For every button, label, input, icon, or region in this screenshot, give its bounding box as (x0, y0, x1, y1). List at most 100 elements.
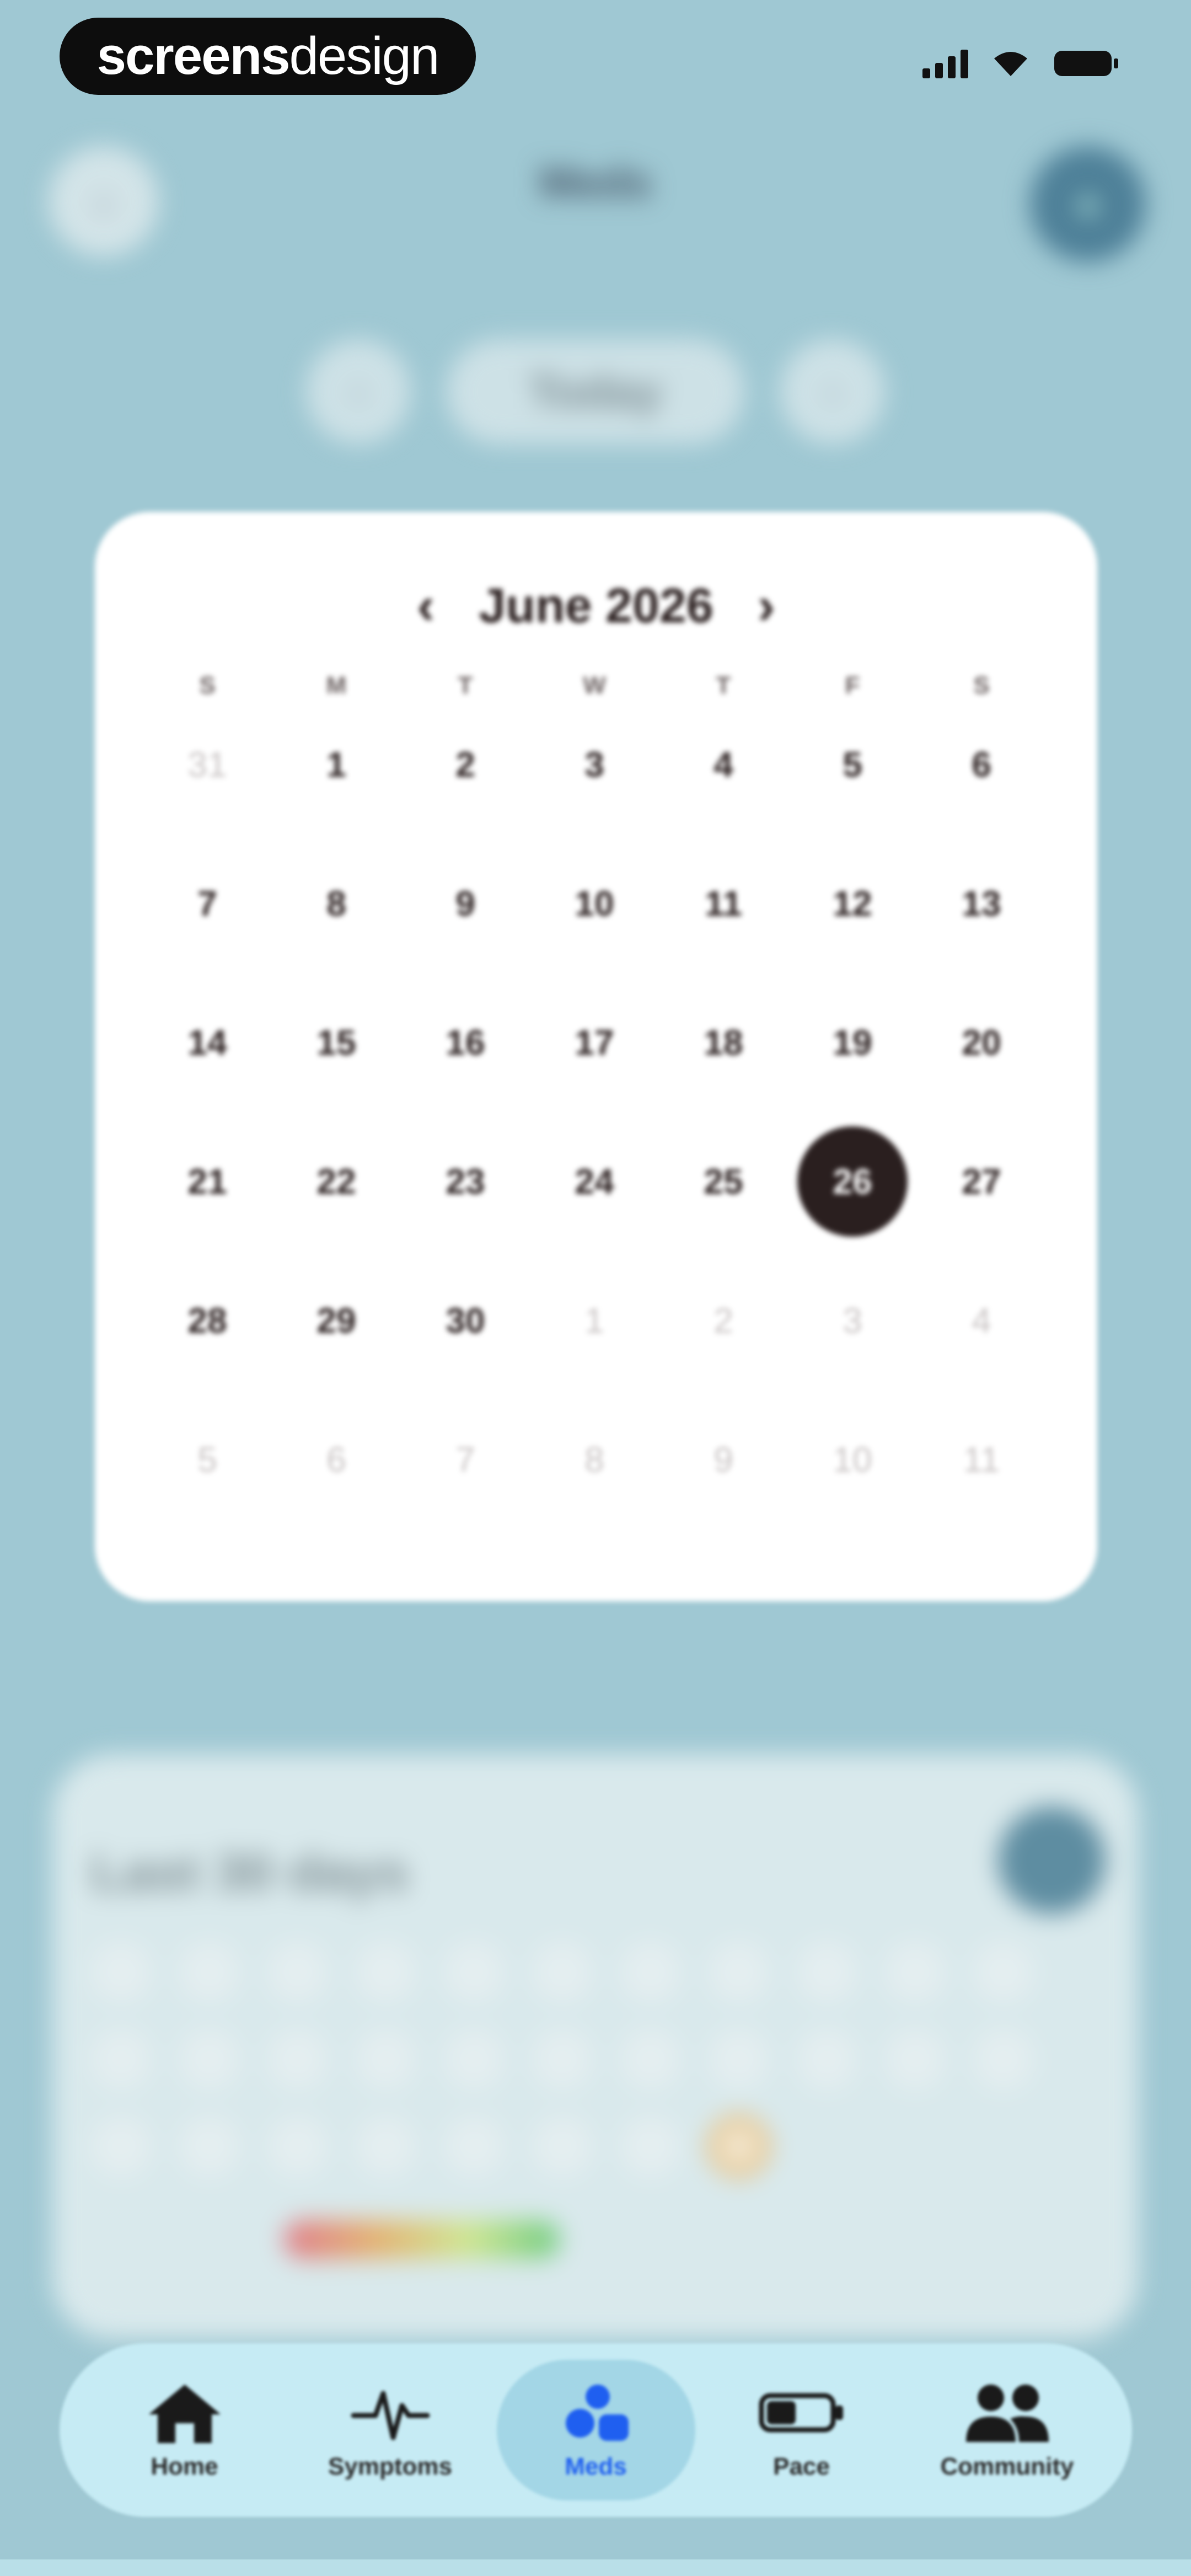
tab-symptoms[interactable]: Symptoms (291, 2360, 490, 2500)
history-day-dot[interactable] (444, 2029, 505, 2089)
profile-button[interactable]: ● (1030, 146, 1146, 262)
date-cell[interactable]: 8 (530, 1425, 659, 1564)
date-label: 5 (197, 1440, 217, 1479)
date-label: 26 (797, 1126, 908, 1237)
back-button[interactable]: ⌂ (49, 146, 159, 256)
date-label: 17 (575, 1023, 614, 1062)
date-label: 10 (575, 884, 614, 923)
date-label: 11 (963, 1440, 1000, 1479)
date-label: 1 (584, 1301, 604, 1340)
prev-month-button[interactable]: ‹ (417, 579, 434, 632)
date-cell[interactable]: 11 (917, 1425, 1046, 1564)
signal-icon (922, 49, 968, 78)
history-day-dot[interactable] (532, 2116, 593, 2177)
date-label: 4 (972, 1301, 991, 1340)
date-label: 7 (455, 1440, 475, 1479)
weekday-row: SMTWTFS (143, 672, 1046, 699)
history-day-dot[interactable] (179, 2116, 240, 2177)
history-day-dot[interactable] (797, 2029, 857, 2089)
history-day-dot[interactable] (91, 2029, 152, 2089)
calendar-header: ‹ June 2026 › (95, 575, 1097, 636)
history-day-dot[interactable] (91, 1942, 152, 2002)
history-day-dot[interactable] (620, 2116, 681, 2177)
history-day-dot[interactable] (356, 2029, 416, 2089)
weekday-label: T (458, 672, 473, 699)
history-day-dot[interactable] (356, 2116, 416, 2177)
history-day-dot[interactable] (267, 2029, 328, 2089)
tab-label: Home (151, 2452, 218, 2480)
page-title: Meds (539, 158, 652, 207)
date-label: 9 (455, 884, 475, 923)
weekday-label: W (583, 672, 606, 699)
history-day-dot[interactable] (267, 2116, 328, 2177)
date-label: 23 (446, 1162, 485, 1201)
date-label: 1 (326, 745, 346, 784)
date-cell[interactable]: 7 (401, 1425, 530, 1564)
people-icon (961, 2380, 1054, 2446)
history-day-dot[interactable] (797, 1942, 857, 2002)
history-day-dot[interactable] (444, 2116, 505, 2177)
tab-pace[interactable]: Pace (702, 2360, 901, 2500)
date-label: 14 (187, 1023, 227, 1062)
date-label: 16 (446, 1023, 485, 1062)
tab-label: Symptoms (328, 2452, 452, 2480)
date-label: 31 (187, 745, 227, 784)
date-label: 4 (713, 745, 733, 784)
history-day-dot[interactable] (620, 1942, 681, 2002)
tab-label: Community (940, 2452, 1074, 2480)
date-label: 8 (584, 1440, 604, 1479)
history-day-dot[interactable] (709, 2116, 769, 2177)
date-label: 15 (316, 1023, 356, 1062)
history-day-dot[interactable] (444, 1942, 505, 2002)
brand-bold: screens (96, 26, 291, 85)
legend (262, 2220, 582, 2259)
weekday-label: S (199, 672, 216, 699)
date-label: 3 (843, 1301, 862, 1340)
pulse-icon (349, 2380, 432, 2446)
history-expand-button[interactable] (998, 1807, 1106, 1914)
date-label: 7 (197, 884, 217, 923)
history-day-dot[interactable] (885, 2029, 946, 2089)
history-day-dot[interactable] (885, 1942, 946, 2002)
date-label: 2 (713, 1301, 733, 1340)
date-label: 30 (446, 1301, 485, 1340)
tab-home[interactable]: Home (85, 2360, 284, 2500)
history-day-dot[interactable] (267, 1942, 328, 2002)
date-cell[interactable]: 9 (659, 1425, 788, 1564)
weekday-label: S (973, 672, 990, 699)
pills-icon (555, 2380, 637, 2446)
history-day-dot[interactable] (532, 2029, 593, 2089)
history-day-dot[interactable] (709, 1942, 769, 2002)
date-label: 2 (455, 745, 475, 784)
next-day-button[interactable]: › (780, 339, 885, 444)
history-day-dot[interactable] (973, 2029, 1034, 2089)
today-selector[interactable]: Today (447, 339, 744, 444)
history-day-dot[interactable] (532, 1942, 593, 2002)
date-label: 5 (843, 745, 862, 784)
history-day-dot[interactable] (179, 1942, 240, 2002)
history-day-dot[interactable] (973, 1942, 1034, 2002)
history-day-dot[interactable] (179, 2029, 240, 2089)
profile-icon: ● (1077, 184, 1099, 224)
tab-meds[interactable]: Meds (496, 2360, 695, 2500)
date-label: 29 (316, 1301, 356, 1340)
date-label: 6 (972, 745, 991, 784)
date-cell[interactable]: 6 (272, 1425, 401, 1564)
month-label: June 2026 (479, 578, 713, 633)
next-month-button[interactable]: › (758, 579, 775, 632)
prev-day-button[interactable]: ‹ (306, 339, 411, 444)
date-label: 13 (962, 884, 1001, 923)
date-label: 20 (962, 1023, 1001, 1062)
date-label: 22 (316, 1162, 356, 1201)
history-day-dot[interactable] (620, 2029, 681, 2089)
home-icon (143, 2380, 226, 2446)
date-label: 21 (187, 1162, 227, 1201)
calendar-popup: ‹ June 2026 › SMTWTFS 31 1 2 3 4 5 6 7 8 9 10 11 12 1… (95, 512, 1097, 1601)
date-grid: 31 1 2 3 4 5 6 7 8 9 10 11 12 13 14 15 16 17 18 19 20 21 22 23 2… (143, 730, 1046, 1564)
history-day-dot[interactable] (91, 2116, 152, 2177)
date-cell[interactable]: 10 (788, 1425, 917, 1564)
history-day-dot[interactable] (709, 2029, 769, 2089)
tab-community[interactable]: Community (908, 2360, 1107, 2500)
date-cell[interactable]: 5 (143, 1425, 272, 1564)
history-day-dot[interactable] (356, 1942, 416, 2002)
